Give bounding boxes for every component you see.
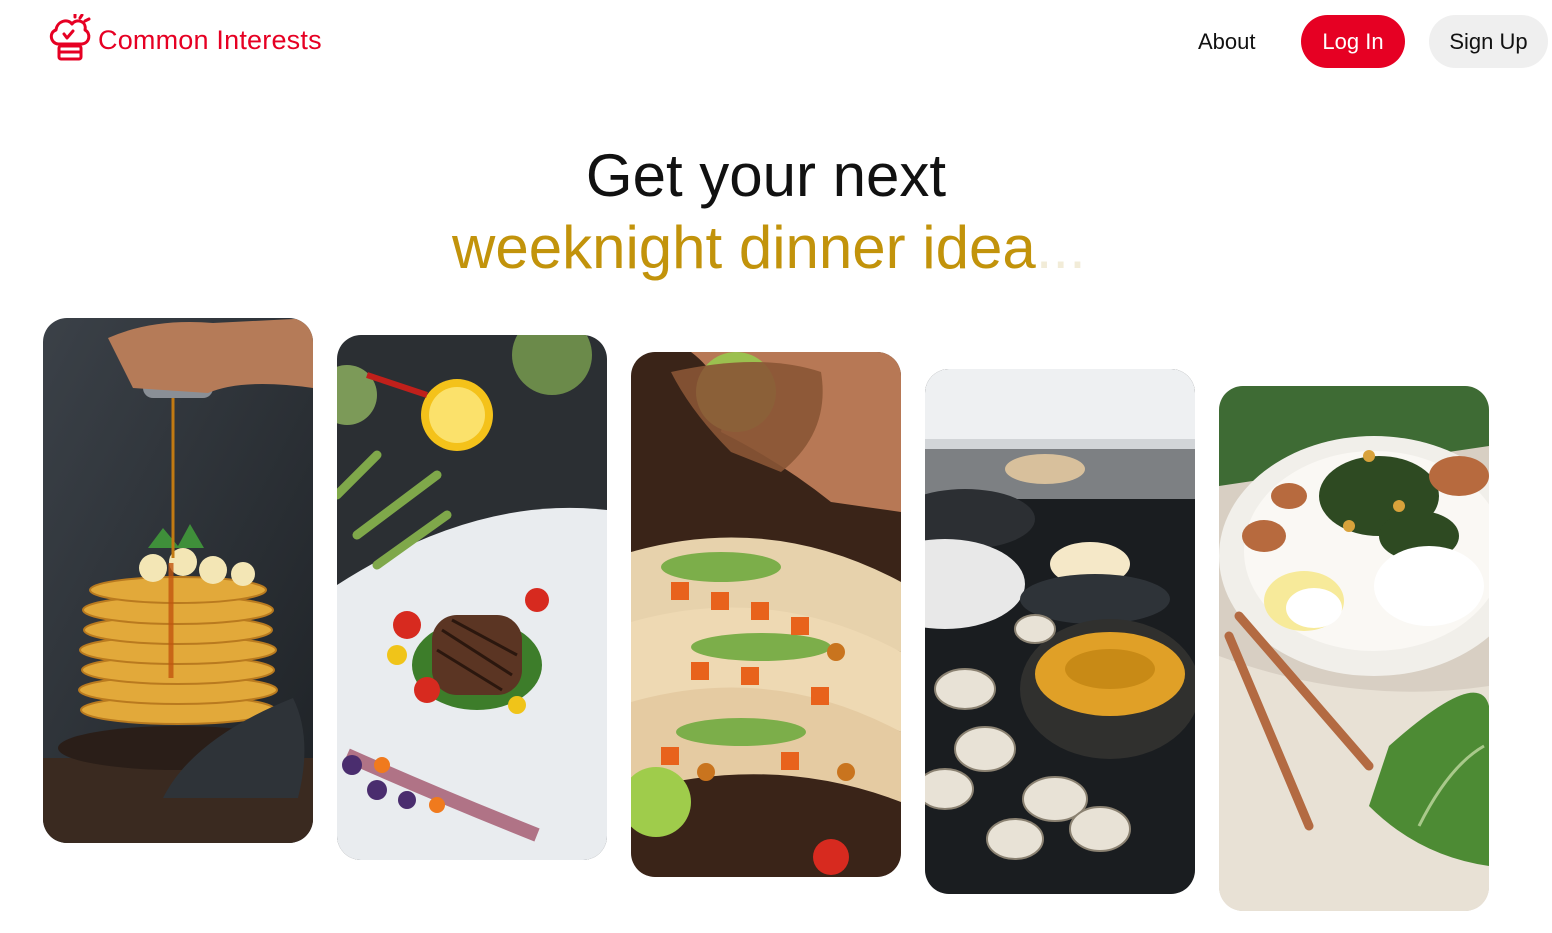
fish-potatoes-image (1219, 386, 1489, 911)
hero-ellipsis: ... (1035, 214, 1086, 281)
chef-hat-icon (49, 14, 91, 61)
hero-highlight-text: weeknight dinner idea (452, 214, 1036, 281)
hero-heading: Get your next (585, 142, 947, 209)
brand-name: Common Interests (98, 24, 322, 55)
login-button[interactable]: Log In (1301, 15, 1405, 68)
steak-image (337, 335, 607, 860)
food-card-fish-potatoes[interactable] (1219, 386, 1489, 911)
brand-logo-link[interactable]: Common Interests (46, 14, 322, 64)
page: Common Interests About Log In Sign Up Ge… (0, 0, 1552, 933)
tacos-image (631, 352, 901, 877)
hero-rotating-text: weeknight dinner idea... (452, 212, 1152, 284)
food-card-tacos[interactable] (631, 352, 901, 877)
food-card-steak[interactable] (337, 335, 607, 860)
pancake-image (43, 318, 313, 843)
top-nav: Common Interests About Log In Sign Up (0, 0, 1552, 84)
clams-soup-image (925, 369, 1195, 894)
signup-button[interactable]: Sign Up (1429, 15, 1548, 68)
food-card-clams-soup[interactable] (925, 369, 1195, 894)
food-card-pancakes[interactable] (43, 318, 313, 843)
about-link[interactable]: About (1198, 22, 1256, 62)
